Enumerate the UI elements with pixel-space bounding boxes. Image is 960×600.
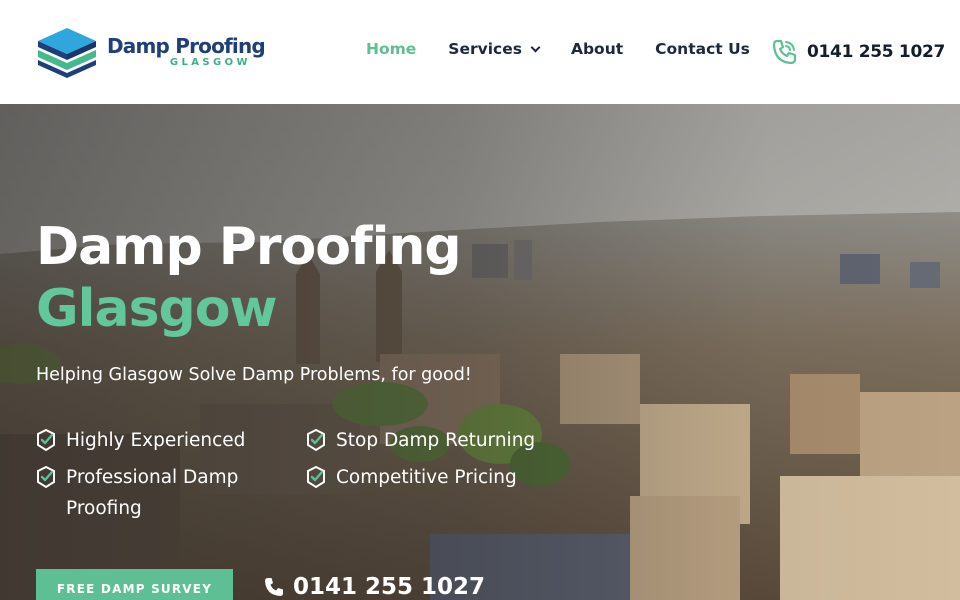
logo-cube-icon xyxy=(38,28,96,78)
nav-item-about[interactable]: About xyxy=(571,40,623,58)
logo-subtitle: GLASGOW xyxy=(169,57,251,68)
chevron-down-icon xyxy=(530,42,541,52)
feature-item: Professional Damp Proofing xyxy=(36,466,266,524)
nav-item-home[interactable]: Home xyxy=(366,40,416,58)
feature-item: Stop Damp Returning xyxy=(306,429,556,456)
header-phone-link[interactable]: 0141 255 1027 xyxy=(770,38,945,66)
phone-icon xyxy=(772,39,797,65)
main-nav: Home Services About Contact Us xyxy=(366,40,782,58)
hero-phone-link[interactable]: 0141 255 1027 xyxy=(264,574,485,600)
feature-item: Highly Experienced xyxy=(36,429,266,456)
hero-subtitle: Helping Glasgow Solve Damp Problems, for… xyxy=(36,365,472,385)
feature-label: Stop Damp Returning xyxy=(336,430,536,451)
header-phone-number: 0141 255 1027 xyxy=(807,42,946,62)
shield-check-icon xyxy=(307,429,325,451)
nav-item-services[interactable]: Services xyxy=(448,40,541,58)
nav-item-contact[interactable]: Contact Us xyxy=(655,40,750,58)
site-logo[interactable]: Damp Proofing GLASGOW xyxy=(36,26,266,78)
site-header: Damp Proofing GLASGOW Home Services Abou… xyxy=(0,0,960,104)
nav-item-label: Home xyxy=(366,40,417,58)
hero-section: Damp Proofing Glasgow Helping Glasgow So… xyxy=(0,104,960,600)
shield-check-icon xyxy=(37,466,55,488)
hero-phone-number: 0141 255 1027 xyxy=(293,574,486,600)
feature-label: Competitive Pricing xyxy=(336,467,517,488)
phone-icon xyxy=(265,578,283,596)
nav-item-label: Contact Us xyxy=(655,40,750,58)
hero-title: Damp Proofing xyxy=(36,217,462,277)
feature-label: Highly Experienced xyxy=(66,430,246,451)
logo-title: Damp Proofing xyxy=(107,34,266,58)
hero-title-accent: Glasgow xyxy=(36,279,278,339)
free-survey-button[interactable]: FREE DAMP SURVEY xyxy=(36,569,233,600)
nav-item-label: About xyxy=(570,40,624,58)
feature-item: Competitive Pricing xyxy=(306,466,556,493)
shield-check-icon xyxy=(37,429,55,451)
feature-label: Professional Damp Proofing xyxy=(66,467,239,519)
nav-item-label: Services xyxy=(448,40,522,58)
shield-check-icon xyxy=(307,466,325,488)
hero-overlay xyxy=(0,104,960,600)
